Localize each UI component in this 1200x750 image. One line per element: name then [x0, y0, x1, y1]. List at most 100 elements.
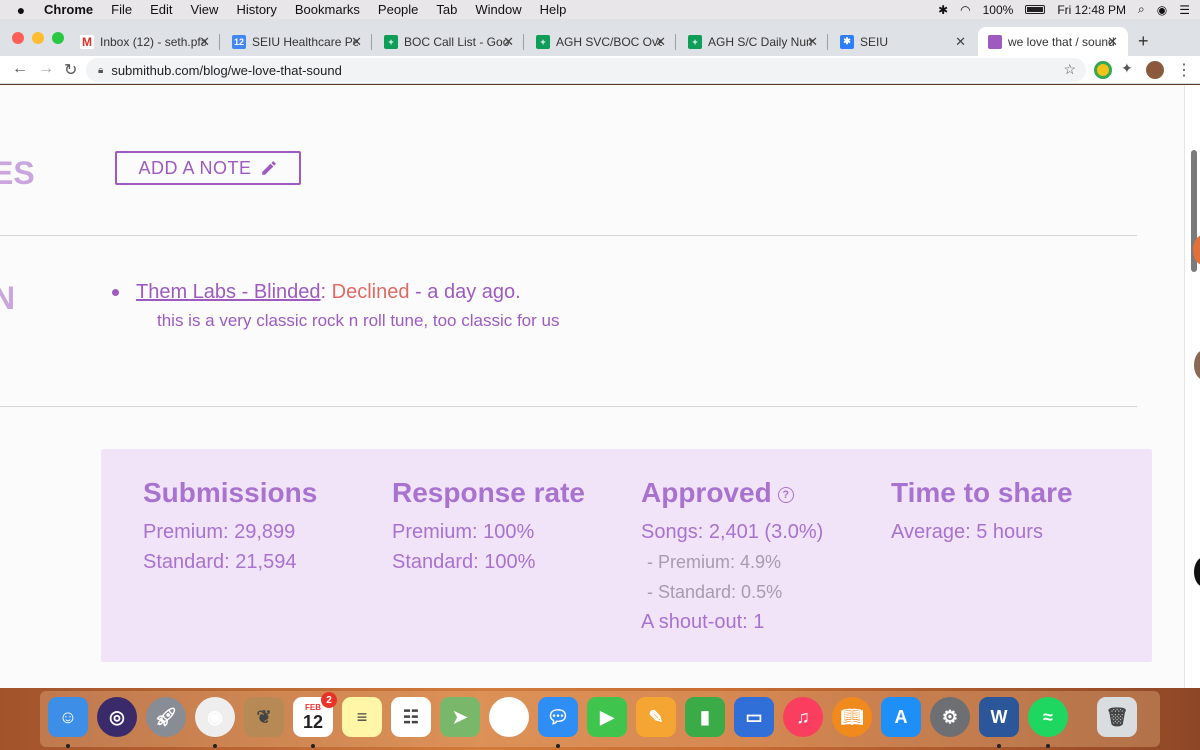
music-icon[interactable]: ♫ [783, 697, 823, 737]
maps-icon[interactable]: ➤ [440, 697, 480, 737]
trash-icon[interactable]: 🗑︎ [1097, 697, 1137, 737]
browser-tab-strip: M Inbox (12) - seth.pfaf ✕ 12 SEIU Healthcar… [0, 19, 1200, 56]
menu-people[interactable]: People [378, 2, 418, 17]
menu-file[interactable]: File [111, 2, 132, 17]
finder-icon[interactable]: ☺ [48, 697, 88, 737]
section-label-notes: ES [0, 155, 35, 191]
menubar-clock[interactable]: Fri 12:48 PM [1057, 3, 1126, 17]
wifi-icon[interactable]: ◠ [960, 3, 970, 17]
divider [0, 235, 1137, 236]
spotlight-icon[interactable]: ⌕ [1138, 2, 1145, 17]
overflow-element [1194, 557, 1200, 587]
numbers-icon[interactable]: ▮ [685, 697, 725, 737]
messages-icon[interactable]: 💬︎ [538, 697, 578, 737]
calendar-day: 12 [302, 711, 324, 732]
extensions-puzzle-icon[interactable]: ✦ [1121, 60, 1133, 77]
keynote-icon[interactable]: ▭ [734, 697, 774, 737]
new-tab-button[interactable]: + [1138, 31, 1149, 52]
stat-approved: Approved? Songs: 2,401 (3.0%) - Premium:… [641, 477, 823, 637]
running-indicator [311, 744, 315, 748]
chrome-menu-icon[interactable]: ⋮ [1176, 60, 1192, 80]
mac-menubar: ● Chrome File Edit View History Bookmark… [0, 0, 1200, 19]
chrome-icon[interactable]: ◉ [195, 697, 235, 737]
menu-view[interactable]: View [190, 2, 218, 17]
menu-window[interactable]: Window [475, 2, 521, 17]
tab-title: AGH SVC/BOC Overv [556, 34, 662, 49]
stat-line: Premium: 29,899 [143, 521, 296, 543]
profile-avatar[interactable] [1146, 61, 1164, 79]
books-icon[interactable]: 📖︎ [832, 697, 872, 737]
stat-time-to-share: Time to share Average: 5 hours [891, 477, 1073, 547]
stat-title: Time to share [891, 477, 1073, 508]
browser-tab[interactable]: 12 SEIU Healthcare Pen ✕ [222, 27, 372, 56]
stat-subline: - Standard: 0.5% [647, 582, 783, 602]
browser-tab[interactable]: ✱ SEIU ✕ [830, 27, 976, 56]
pencil-icon [261, 161, 276, 175]
url-omnibox[interactable]: 🔒︎ submithub.com/blog/we-love-that-sound… [86, 58, 1086, 82]
menu-bookmarks[interactable]: Bookmarks [295, 2, 360, 17]
browser-tab[interactable]: + AGH S/C Daily Numb ✕ [678, 27, 828, 56]
close-tab-icon[interactable]: ✕ [655, 34, 666, 50]
close-tab-icon[interactable]: ✕ [1107, 34, 1118, 50]
running-indicator [1046, 744, 1050, 748]
close-tab-icon[interactable]: ✕ [503, 34, 514, 50]
systemprefs-icon[interactable]: ⚙ [930, 697, 970, 737]
siri-icon[interactable]: ◎ [97, 697, 137, 737]
forward-arrow-icon[interactable]: → [38, 60, 54, 78]
close-window-button[interactable] [12, 32, 24, 44]
apple-icon[interactable]: ● [8, 2, 34, 18]
siri-menu-icon[interactable]: ◉ [1157, 3, 1167, 17]
add-note-label: ADD A NOTE [138, 157, 252, 178]
url-text[interactable]: submithub.com/blog/we-love-that-sound [111, 63, 342, 78]
back-arrow-icon[interactable]: ← [12, 60, 28, 78]
notes-icon[interactable]: ≡ [342, 697, 382, 737]
zoom-window-button[interactable] [52, 32, 64, 44]
pages-icon[interactable]: ✎ [636, 697, 676, 737]
running-indicator [556, 744, 560, 748]
control-center-icon[interactable]: ☰ [1179, 3, 1190, 17]
reminders-icon[interactable]: ☷ [391, 697, 431, 737]
entry-separator: : [320, 281, 327, 303]
bookmark-star-icon[interactable]: ☆ [1063, 61, 1076, 78]
track-link[interactable]: Them Labs - Blinded [136, 281, 321, 303]
menu-app-name[interactable]: Chrome [44, 2, 93, 17]
appstore-icon[interactable]: A [881, 697, 921, 737]
notification-badge: 2 [321, 692, 337, 708]
page-scrollbar[interactable] [1184, 85, 1200, 688]
contacts-icon[interactable]: ❦ [244, 697, 284, 737]
browser-tab[interactable]: + AGH SVC/BOC Overv✕ [526, 27, 676, 56]
calendar-icon[interactable]: FEB 12 2 [293, 692, 337, 737]
extension-badge-icon[interactable] [1094, 61, 1112, 79]
browser-tab[interactable]: M Inbox (12) - seth.pfaf ✕ [70, 27, 220, 56]
sheets-icon: + [536, 34, 550, 49]
bluetooth-icon[interactable]: ✱ [938, 3, 948, 17]
submithub-icon [988, 34, 1002, 49]
menu-tab[interactable]: Tab [436, 2, 457, 17]
menu-history[interactable]: History [236, 2, 276, 17]
battery-icon[interactable] [1025, 5, 1046, 14]
help-icon[interactable]: ? [777, 486, 794, 503]
close-tab-icon[interactable]: ✕ [351, 34, 362, 50]
minimize-window-button[interactable] [32, 32, 44, 44]
word-icon[interactable]: W [979, 697, 1019, 737]
reload-icon[interactable]: ↻ [64, 60, 77, 80]
sheets-icon: + [688, 34, 702, 49]
launchpad-icon[interactable]: 🚀︎ [146, 697, 186, 737]
menu-edit[interactable]: Edit [150, 2, 172, 17]
close-tab-icon[interactable]: ✕ [807, 34, 818, 50]
tab-separator [219, 34, 220, 50]
lock-icon[interactable]: 🔒︎ [98, 65, 103, 76]
sheets-icon: + [384, 34, 398, 49]
running-indicator [66, 744, 70, 748]
facetime-icon[interactable]: ▶ [587, 697, 627, 737]
spotify-icon[interactable]: ≈ [1028, 697, 1068, 737]
close-tab-icon[interactable]: ✕ [955, 34, 966, 50]
add-note-button[interactable]: ADD A NOTE [115, 151, 301, 185]
photos-icon[interactable]: ✿ [489, 697, 529, 737]
browser-tab[interactable]: + BOC Call List - Goog ✕ [374, 27, 524, 56]
close-tab-icon[interactable]: ✕ [199, 34, 210, 50]
calendar-icon: 12 [232, 34, 246, 49]
page-content: ES ADD A NOTE N Them Labs - Blinded: Dec… [0, 85, 1184, 688]
menu-help[interactable]: Help [540, 2, 567, 17]
browser-tab[interactable]: we love that / sound ✕ [978, 27, 1128, 56]
